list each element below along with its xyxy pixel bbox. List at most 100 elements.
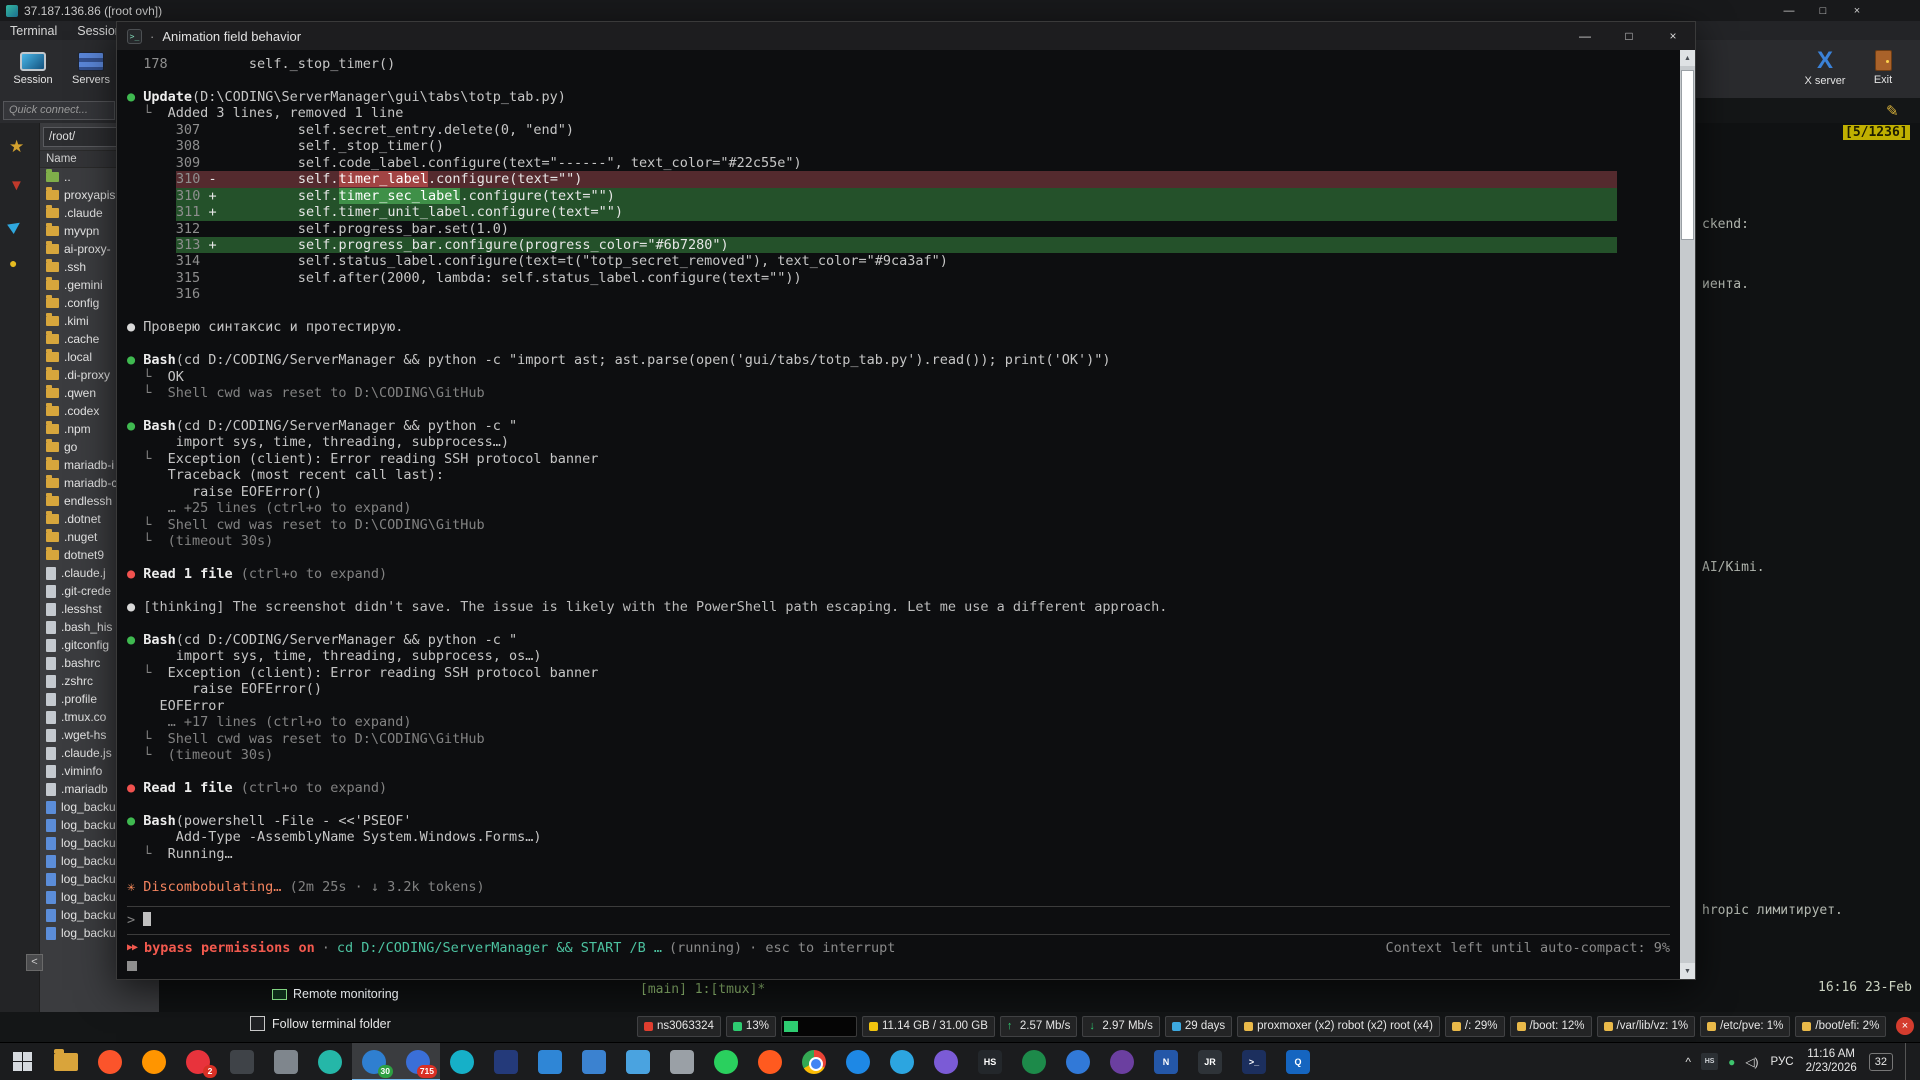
terminal-line: ✳ Discombobulating… (2m 25s · ↓ 3.2k tok… <box>127 879 1670 895</box>
taskbar-powershell[interactable]: >_ <box>1232 1043 1276 1080</box>
scrollbar-down-arrow-icon[interactable]: ▼ <box>1680 963 1695 979</box>
language-indicator[interactable]: РУС <box>1771 1056 1794 1068</box>
prompt-line[interactable]: > <box>127 912 1670 928</box>
volume-icon[interactable]: ◁) <box>1745 1055 1758 1069</box>
notification-count[interactable]: 32 <box>1869 1053 1893 1071</box>
checkbox-icon[interactable] <box>250 1016 265 1031</box>
menu-terminal[interactable]: Terminal <box>10 24 57 38</box>
taskbar-chrome[interactable] <box>792 1043 836 1080</box>
follow-terminal-folder-checkbox[interactable]: Follow terminal folder <box>250 1016 391 1031</box>
taskbar-remote-app[interactable]: 30 <box>352 1043 396 1080</box>
tmux-status-clock: 16:16 23-Feb <box>1818 980 1912 995</box>
taskbar-violet-app[interactable] <box>924 1043 968 1080</box>
taskbar-edge-app[interactable] <box>1056 1043 1100 1080</box>
taskbar-folder-app[interactable] <box>616 1043 660 1080</box>
taskbar-code-app[interactable] <box>528 1043 572 1080</box>
remote-monitoring-button[interactable]: Remote monitoring <box>272 987 399 1001</box>
taskbar-navy-app[interactable] <box>484 1043 528 1080</box>
scrollbar[interactable]: ▲ ▼ <box>1680 50 1695 979</box>
tree-item-label: log_backu <box>61 800 116 814</box>
terminal-line <box>127 402 1670 418</box>
tree-item-label: .nuget <box>64 530 97 544</box>
tree-item-label: proxyapis <box>64 188 115 202</box>
scrollbar-thumb[interactable] <box>1681 70 1694 240</box>
taskbar-dark-app[interactable] <box>220 1043 264 1080</box>
sidebar-collapse-button[interactable]: < <box>26 954 43 971</box>
tree-item-label: .cache <box>64 332 99 346</box>
file-icon <box>46 675 56 688</box>
taskbar-start[interactable] <box>0 1043 44 1080</box>
taskbar-orange-ball-app[interactable] <box>748 1043 792 1080</box>
taskbar-hs-app[interactable]: HS <box>968 1043 1012 1080</box>
taskbar-blue-circle-app[interactable] <box>836 1043 880 1080</box>
tree-item-label: ai-proxy- <box>64 242 111 256</box>
interrupt-hint: · esc to interrupt <box>749 940 895 956</box>
tree-item-label: .gemini <box>64 278 103 292</box>
red-tool-icon[interactable]: ▼ <box>9 178 24 193</box>
tree-item-label: endlessh <box>64 494 112 508</box>
status-green-icon[interactable]: ● <box>1728 1055 1735 1069</box>
taskbar-gray-app[interactable] <box>264 1043 308 1080</box>
taskbar-notepad-app[interactable]: N <box>1144 1043 1188 1080</box>
telegram-icon[interactable]: ▶ <box>6 216 24 235</box>
taskbar-obs-app[interactable] <box>1100 1043 1144 1080</box>
taskbar-quick-app[interactable]: Q <box>1276 1043 1320 1080</box>
terminal-window-controls: —□× <box>1563 22 1695 50</box>
terminal-line: ● Update(D:\CODING\ServerManager\gui\tab… <box>127 89 1670 105</box>
terminal-maximize-button[interactable]: □ <box>1607 22 1651 50</box>
tree-item-label: .bash_his <box>61 620 112 634</box>
folder-icon <box>46 226 59 236</box>
terminal-window-titlebar[interactable]: >_ · Animation field behavior —□× <box>117 22 1695 50</box>
tree-item-label: .zshrc <box>61 674 93 688</box>
show-desktop-button[interactable] <box>1905 1043 1910 1080</box>
tree-item-label: log_backu <box>61 872 116 886</box>
tray-icons: ^ HS ● ◁) <box>1685 1053 1758 1070</box>
taskbar-anydesk-app[interactable]: 715 <box>396 1043 440 1080</box>
toolbar-button-exit[interactable]: Exit <box>1854 40 1912 96</box>
file-icon <box>46 729 56 742</box>
window-minimize-button[interactable]: — <box>1772 5 1806 17</box>
taskbar-mouse-app[interactable] <box>660 1043 704 1080</box>
docker-app-icon <box>450 1050 474 1074</box>
tray-time: 11:16 AM <box>1806 1048 1857 1062</box>
hs-tray-icon[interactable]: HS <box>1701 1053 1718 1070</box>
orange-ball-app-icon <box>758 1050 782 1074</box>
folder-icon <box>46 280 59 290</box>
terminal-minimize-button[interactable]: — <box>1563 22 1607 50</box>
toolbar-button-servers[interactable]: Servers <box>62 41 120 97</box>
terminal-line: 316 <box>127 286 1670 302</box>
monitor-chip-disk: /boot/efi: 2% <box>1795 1016 1886 1037</box>
scrollbar-up-arrow-icon[interactable]: ▲ <box>1680 50 1695 66</box>
terminal-line: 307 self.secret_entry.delete(0, "end") <box>127 122 1670 138</box>
toolbar-button-session[interactable]: Session <box>4 41 62 97</box>
quick-connect-input[interactable]: Quick connect... <box>3 101 115 120</box>
terminal-content[interactable]: 178 self._stop_timer() ● Update(D:\CODIN… <box>117 50 1680 979</box>
terminal-output: 178 self._stop_timer() ● Update(D:\CODIN… <box>127 56 1670 895</box>
favorites-star-icon[interactable]: ★ <box>9 138 24 155</box>
window-maximize-button[interactable]: □ <box>1806 5 1840 17</box>
taskbar-docker-app[interactable] <box>440 1043 484 1080</box>
taskbar-whatsapp[interactable] <box>704 1043 748 1080</box>
toolbar-button-xserver[interactable]: XX server <box>1796 40 1854 96</box>
tray-expand-caret-icon[interactable]: ^ <box>1685 1055 1691 1069</box>
log-file-icon <box>46 873 56 886</box>
taskbar-opera[interactable]: 2 <box>176 1043 220 1080</box>
taskbar-teal-app[interactable] <box>308 1043 352 1080</box>
taskbar-jr-app[interactable]: JR <box>1188 1043 1232 1080</box>
taskbar-blue-tile-app[interactable] <box>572 1043 616 1080</box>
window-close-button[interactable]: × <box>1840 5 1874 17</box>
yellow-dot-icon[interactable]: ● <box>9 256 17 270</box>
terminal-window-title: Animation field behavior <box>162 29 301 44</box>
monitor-chip-up: ↑2.57 Mb/s <box>1000 1016 1078 1037</box>
tray-clock[interactable]: 11:16 AM 2/23/2026 <box>1806 1048 1857 1076</box>
taskbar-brave[interactable] <box>88 1043 132 1080</box>
taskbar-firefox[interactable] <box>132 1043 176 1080</box>
monitor-close-button[interactable]: × <box>1896 1017 1914 1035</box>
notification-badge: 715 <box>417 1065 437 1078</box>
taskbar-green-app[interactable] <box>1012 1043 1056 1080</box>
taskbar-file-explorer[interactable] <box>44 1043 88 1080</box>
terminal-close-button[interactable]: × <box>1651 22 1695 50</box>
system-tray: ^ HS ● ◁) РУС 11:16 AM 2/23/2026 32 <box>1685 1043 1920 1080</box>
taskbar-telegram-app[interactable] <box>880 1043 924 1080</box>
folder-icon <box>46 334 59 344</box>
